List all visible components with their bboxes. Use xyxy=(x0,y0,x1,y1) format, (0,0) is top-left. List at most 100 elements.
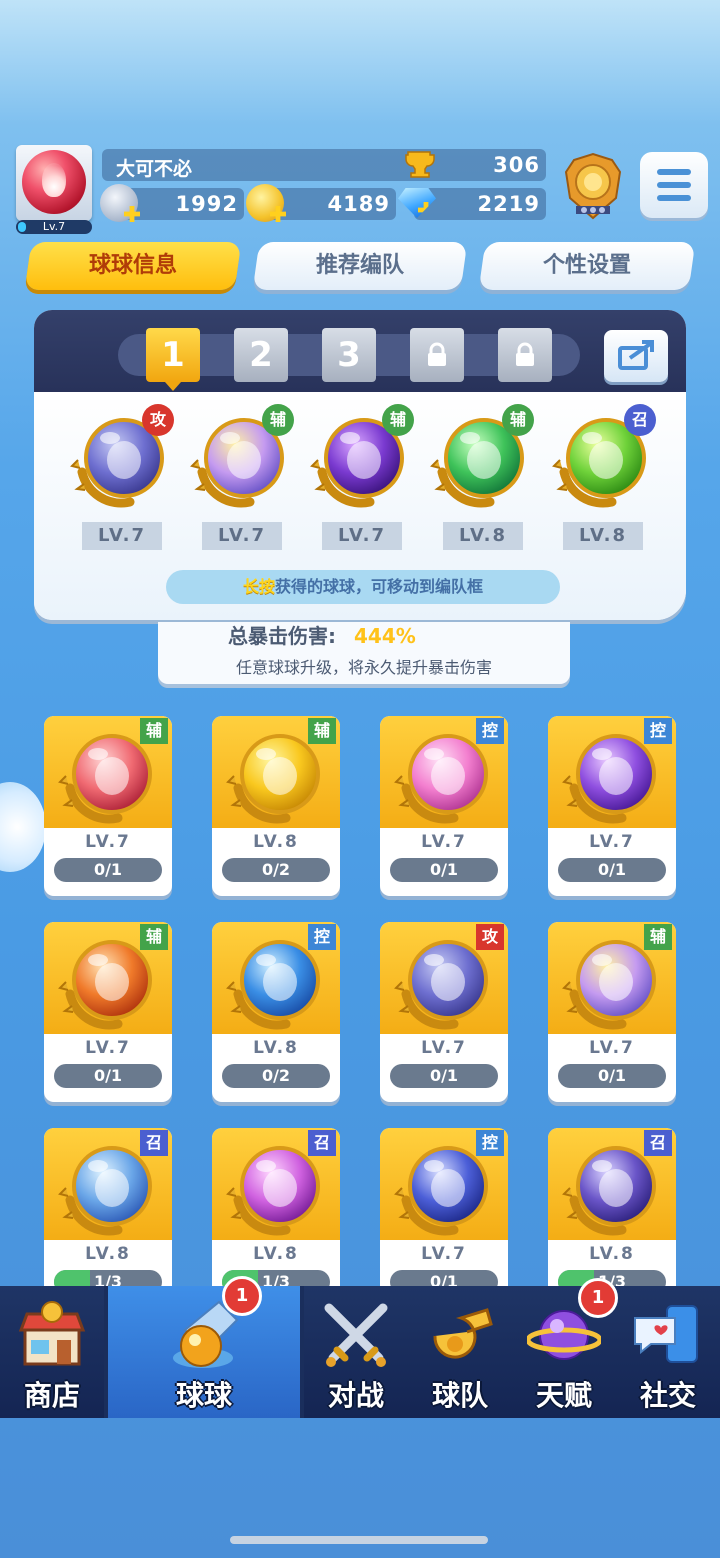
currency-silver-value: 1992 xyxy=(175,192,238,216)
team-ball-level: LV.7 xyxy=(82,522,162,550)
nav-label: 社交 xyxy=(639,1379,696,1412)
rank-medal-icon[interactable] xyxy=(560,152,626,222)
progress-text: 0/1 xyxy=(429,860,459,879)
player-name: 大可不必 xyxy=(116,158,193,180)
team-slot-5-locked[interactable] xyxy=(498,328,552,382)
team-ball-1[interactable]: 攻 xyxy=(70,404,174,510)
ball-type-badge: 攻 xyxy=(476,924,504,950)
progress-text: 0/2 xyxy=(261,860,291,879)
ball-card-progress: 0/1 xyxy=(390,858,498,882)
ball-card-progress: 0/2 xyxy=(222,858,330,882)
ball-card[interactable]: 召 LV.8 1/3 xyxy=(548,1128,676,1308)
crit-damage-card: 总暴击伤害: 444% 任意球球升级，将永久提升暴击伤害 xyxy=(158,622,570,684)
ball-card-level: LV.8 xyxy=(85,1244,131,1264)
nav-label: 对战 xyxy=(327,1379,384,1412)
notification-badge: 1 xyxy=(222,1276,262,1316)
team-ball-5[interactable]: 召 xyxy=(552,404,656,510)
team-ball-level: LV.7 xyxy=(202,522,282,550)
tab-personal-settings[interactable]: 个性设置 xyxy=(478,242,696,290)
team-slot-2[interactable]: 2 xyxy=(234,328,288,382)
nav-label: 球球 xyxy=(175,1379,232,1412)
ball-card[interactable]: 辅 LV.7 0/1 xyxy=(44,922,172,1102)
menu-line xyxy=(657,169,691,175)
ball-card[interactable]: 控 LV.7 0/1 xyxy=(548,716,676,896)
share-icon xyxy=(618,340,654,370)
ball-type-badge: 辅 xyxy=(382,404,414,436)
ball-card-progress: 0/1 xyxy=(54,858,162,882)
ball-card[interactable]: 辅 LV.7 0/1 xyxy=(548,922,676,1102)
trophy-icon xyxy=(405,151,435,178)
ball-type-badge: 召 xyxy=(644,1130,672,1156)
ball-card[interactable]: 控 LV.7 0/1 xyxy=(380,1128,508,1308)
nav-label: 天赋 xyxy=(535,1379,592,1412)
side-bird-button[interactable] xyxy=(0,782,46,872)
share-button[interactable] xyxy=(604,330,668,382)
ball-card-progress: 0/1 xyxy=(54,1064,162,1088)
ball-type-badge: 辅 xyxy=(140,924,168,950)
currency-gold-value: 4189 xyxy=(327,192,390,216)
whistle-icon xyxy=(423,1300,497,1370)
ball-card-level: LV.7 xyxy=(589,1038,635,1058)
crit-title: 总暴击伤害: xyxy=(228,624,336,648)
lock-icon xyxy=(428,342,446,366)
ball-card[interactable]: 攻 LV.7 0/1 xyxy=(380,922,508,1102)
fire-ball-avatar-icon xyxy=(22,150,86,214)
ball-type-badge: 辅 xyxy=(262,404,294,436)
team-slot-4-locked[interactable] xyxy=(410,328,464,382)
nav-item-whistle[interactable]: 球队 xyxy=(408,1286,512,1418)
ball-card[interactable]: 控 LV.8 0/2 xyxy=(212,922,340,1102)
tab-ball-info[interactable]: 球球信息 xyxy=(24,242,242,290)
ball-card-progress: 0/1 xyxy=(390,1064,498,1088)
team-ball-level: LV.8 xyxy=(443,522,523,550)
nav-item-crossed-swords[interactable]: 对战 xyxy=(304,1286,408,1418)
menu-button[interactable] xyxy=(640,152,708,218)
ball-card-progress: 0/2 xyxy=(222,1064,330,1088)
ball-card-level: LV.8 xyxy=(253,1244,299,1264)
nav-item-chat-phone[interactable]: 社交 xyxy=(616,1286,720,1418)
ball-card-level: LV.8 xyxy=(253,1038,299,1058)
menu-line xyxy=(657,195,691,201)
currency-diamond-value: 2219 xyxy=(477,192,540,216)
ball-type-badge: 召 xyxy=(140,1130,168,1156)
team-ball-level: LV.8 xyxy=(563,522,643,550)
ball-type-badge: 控 xyxy=(308,924,336,950)
team-slot-label: 3 xyxy=(337,335,361,375)
team-ball-3[interactable]: 辅 xyxy=(310,404,414,510)
ball-type-badge: 辅 xyxy=(140,718,168,744)
tab-ball-info-label: 球球信息 xyxy=(88,253,177,278)
nav-label: 球队 xyxy=(431,1379,488,1412)
tab-recommended-team-label: 推荐编队 xyxy=(315,253,404,278)
ball-card[interactable]: 辅 LV.7 0/1 xyxy=(44,716,172,896)
ball-type-badge: 辅 xyxy=(308,718,336,744)
player-avatar[interactable] xyxy=(16,145,92,221)
home-indicator[interactable] xyxy=(230,1536,488,1544)
crit-title-row: 总暴击伤害: 444% xyxy=(228,622,416,649)
ball-card-level: LV.8 xyxy=(253,832,299,852)
team-slot-1[interactable]: 1 xyxy=(146,328,200,391)
crit-value: 444% xyxy=(354,624,416,648)
nav-label: 商店 xyxy=(23,1379,80,1412)
nav-item-planet[interactable]: 天赋 1 xyxy=(512,1278,618,1418)
ball-card-level: LV.7 xyxy=(421,832,467,852)
ball-card-level: LV.7 xyxy=(85,832,131,852)
crit-subtitle: 任意球球升级，将永久提升暴击伤害 xyxy=(235,658,492,677)
nav-item-shop[interactable]: 商店 xyxy=(0,1286,104,1418)
team-slot-3[interactable]: 3 xyxy=(322,328,376,382)
ball-card[interactable]: 辅 LV.8 0/2 xyxy=(212,716,340,896)
notification-badge: 1 xyxy=(578,1278,618,1318)
currency-diamond[interactable]: 2219 xyxy=(414,188,546,220)
silver-star-coin-icon xyxy=(100,184,140,222)
ball-type-badge: 控 xyxy=(476,1130,504,1156)
nav-item-balls[interactable]: 球球 1 xyxy=(104,1276,304,1418)
ball-card-progress: 0/1 xyxy=(558,1064,666,1088)
progress-text: 0/1 xyxy=(429,1066,459,1085)
lock-icon xyxy=(516,342,534,366)
gold-coin-icon xyxy=(246,184,286,222)
team-hint-text: 获得的球球，可移动到编队框 xyxy=(275,577,484,596)
tab-recommended-team[interactable]: 推荐编队 xyxy=(252,242,468,290)
team-ball-2[interactable]: 辅 xyxy=(190,404,294,510)
ball-type-badge: 控 xyxy=(644,718,672,744)
ball-card[interactable]: 控 LV.7 0/1 xyxy=(380,716,508,896)
ball-card[interactable]: 召 LV.8 1/3 xyxy=(44,1128,172,1308)
team-ball-4[interactable]: 辅 xyxy=(430,404,534,510)
